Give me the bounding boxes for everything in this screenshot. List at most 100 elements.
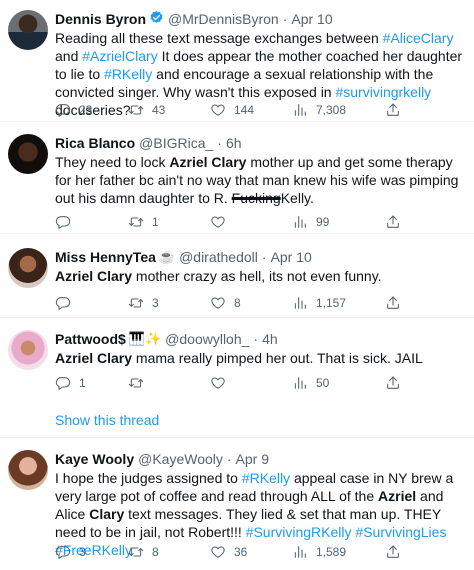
share-icon bbox=[385, 102, 401, 118]
views-icon bbox=[292, 102, 308, 118]
user-handle[interactable]: @BIGRica_ bbox=[139, 134, 213, 152]
views-button[interactable]: 7,308 bbox=[292, 102, 346, 118]
like-button[interactable] bbox=[210, 375, 234, 391]
retweet-icon bbox=[128, 102, 144, 118]
timestamp[interactable]: Apr 10 bbox=[271, 248, 312, 266]
tweet-actions: 23 43 144 7,308 bbox=[55, 100, 474, 120]
reply-button[interactable]: 3 bbox=[55, 544, 86, 560]
user-handle[interactable]: @doowylloh_ bbox=[165, 330, 249, 348]
display-name[interactable]: Miss HennyTea bbox=[55, 248, 156, 266]
heart-icon bbox=[210, 375, 226, 391]
tweet-header: Miss HennyTea ☕ @dirathedoll · Apr 10 bbox=[55, 248, 464, 266]
views-count: 1,589 bbox=[316, 545, 347, 559]
display-name[interactable]: Kaye Wooly bbox=[55, 450, 134, 468]
retweet-button[interactable]: 8 bbox=[128, 544, 159, 560]
retweet-count: 43 bbox=[152, 103, 166, 117]
share-icon bbox=[385, 214, 401, 230]
like-button[interactable]: 144 bbox=[210, 102, 254, 118]
tweet-header: Rica Blanco @BIGRica_ · 6h bbox=[55, 134, 464, 152]
scribbled-text: Fucking bbox=[231, 190, 281, 206]
reply-icon bbox=[55, 214, 71, 230]
retweet-count: 1 bbox=[152, 215, 159, 229]
retweet-count: 8 bbox=[152, 545, 159, 559]
hashtag-link[interactable]: #AzrielClary bbox=[82, 48, 157, 64]
share-button[interactable] bbox=[385, 295, 401, 311]
bold-text: Azriel Clary bbox=[55, 268, 133, 284]
reply-button[interactable] bbox=[55, 214, 79, 230]
timestamp[interactable]: Apr 10 bbox=[291, 10, 332, 28]
hashtag-link[interactable]: #AliceClary bbox=[383, 30, 454, 46]
avatar[interactable] bbox=[8, 330, 48, 370]
timestamp[interactable]: Apr 9 bbox=[236, 450, 269, 468]
views-button[interactable]: 50 bbox=[292, 375, 329, 391]
views-count: 50 bbox=[316, 376, 330, 390]
retweet-icon bbox=[128, 544, 144, 560]
text-segment: and bbox=[55, 48, 83, 64]
like-button[interactable]: 36 bbox=[210, 544, 247, 560]
reply-button[interactable]: 23 bbox=[55, 102, 92, 118]
tweet-actions: 1 99 bbox=[55, 212, 474, 232]
tweet-actions: 3 8 36 1,589 bbox=[55, 542, 474, 562]
avatar[interactable] bbox=[8, 10, 48, 50]
reply-button[interactable]: 1 bbox=[55, 375, 86, 391]
tweet[interactable]: Kaye Wooly @KayeWooly · Apr 9 I hope the… bbox=[0, 438, 474, 570]
views-icon bbox=[292, 295, 308, 311]
views-icon bbox=[292, 544, 308, 560]
retweet-button[interactable]: 3 bbox=[128, 295, 159, 311]
share-button[interactable] bbox=[385, 544, 401, 560]
reply-icon bbox=[55, 544, 71, 560]
views-count: 99 bbox=[316, 215, 330, 229]
separator-dot: · bbox=[253, 331, 259, 347]
tweet-header: Kaye Wooly @KayeWooly · Apr 9 bbox=[55, 450, 464, 468]
avatar[interactable] bbox=[8, 248, 48, 288]
hashtag-link[interactable]: #SurvivingLies bbox=[355, 524, 446, 540]
tweet[interactable]: Miss HennyTea ☕ @dirathedoll · Apr 10 Az… bbox=[0, 234, 474, 318]
reply-button[interactable] bbox=[55, 295, 79, 311]
retweet-button[interactable]: 1 bbox=[128, 214, 159, 230]
share-icon bbox=[385, 295, 401, 311]
views-button[interactable]: 1,157 bbox=[292, 295, 346, 311]
tweet[interactable]: Rica Blanco @BIGRica_ · 6h They need to … bbox=[0, 122, 474, 234]
hashtag-link[interactable]: #SurvivingRKelly bbox=[246, 524, 352, 540]
avatar[interactable] bbox=[8, 134, 48, 174]
views-button[interactable]: 1,589 bbox=[292, 544, 346, 560]
separator-dot: · bbox=[282, 11, 288, 27]
retweet-button[interactable]: 43 bbox=[128, 102, 165, 118]
share-button[interactable] bbox=[385, 375, 401, 391]
piano-sparkles-emoji-icon: 🎹✨ bbox=[128, 331, 162, 346]
display-name[interactable]: Pattwood$ bbox=[55, 330, 126, 348]
retweet-icon bbox=[128, 214, 144, 230]
share-button[interactable] bbox=[385, 214, 401, 230]
hashtag-link[interactable]: #survivingrkelly bbox=[335, 84, 431, 100]
user-handle[interactable]: @KayeWooly bbox=[138, 450, 223, 468]
hashtag-link[interactable]: #RKelly bbox=[104, 66, 152, 82]
heart-icon bbox=[210, 544, 226, 560]
retweet-button[interactable] bbox=[128, 375, 152, 391]
user-handle[interactable]: @dirathedoll bbox=[179, 248, 258, 266]
reply-icon bbox=[55, 295, 71, 311]
tweet-text: They need to lock Azriel Clary mother up… bbox=[55, 153, 464, 207]
hashtag-link[interactable]: #RKelly bbox=[242, 470, 290, 486]
share-button[interactable] bbox=[385, 102, 401, 118]
like-button[interactable]: 8 bbox=[210, 295, 241, 311]
tweet[interactable]: Dennis Byron @MrDennisByron · Apr 10 Rea… bbox=[0, 0, 474, 122]
user-handle[interactable]: @MrDennisByron bbox=[168, 10, 279, 28]
like-count: 8 bbox=[234, 296, 241, 310]
text-segment: mother crazy as hell, its not even funny… bbox=[132, 268, 382, 284]
timestamp[interactable]: 4h bbox=[262, 330, 278, 348]
text-segment: Kelly. bbox=[280, 190, 314, 206]
bold-text: Azriel Clary bbox=[55, 350, 133, 366]
reply-icon bbox=[55, 102, 71, 118]
text-segment: They need to lock bbox=[55, 154, 170, 170]
show-thread-link[interactable]: Show this thread bbox=[55, 412, 159, 428]
display-name[interactable]: Rica Blanco bbox=[55, 134, 135, 152]
timestamp[interactable]: 6h bbox=[226, 134, 242, 152]
separator-dot: · bbox=[261, 249, 267, 265]
views-button[interactable]: 99 bbox=[292, 214, 329, 230]
display-name[interactable]: Dennis Byron bbox=[55, 10, 146, 28]
like-button[interactable] bbox=[210, 214, 234, 230]
reply-count: 23 bbox=[79, 103, 93, 117]
tweet-header: Dennis Byron @MrDennisByron · Apr 10 bbox=[55, 10, 464, 28]
separator-dot: · bbox=[226, 451, 232, 467]
avatar[interactable] bbox=[8, 450, 48, 490]
